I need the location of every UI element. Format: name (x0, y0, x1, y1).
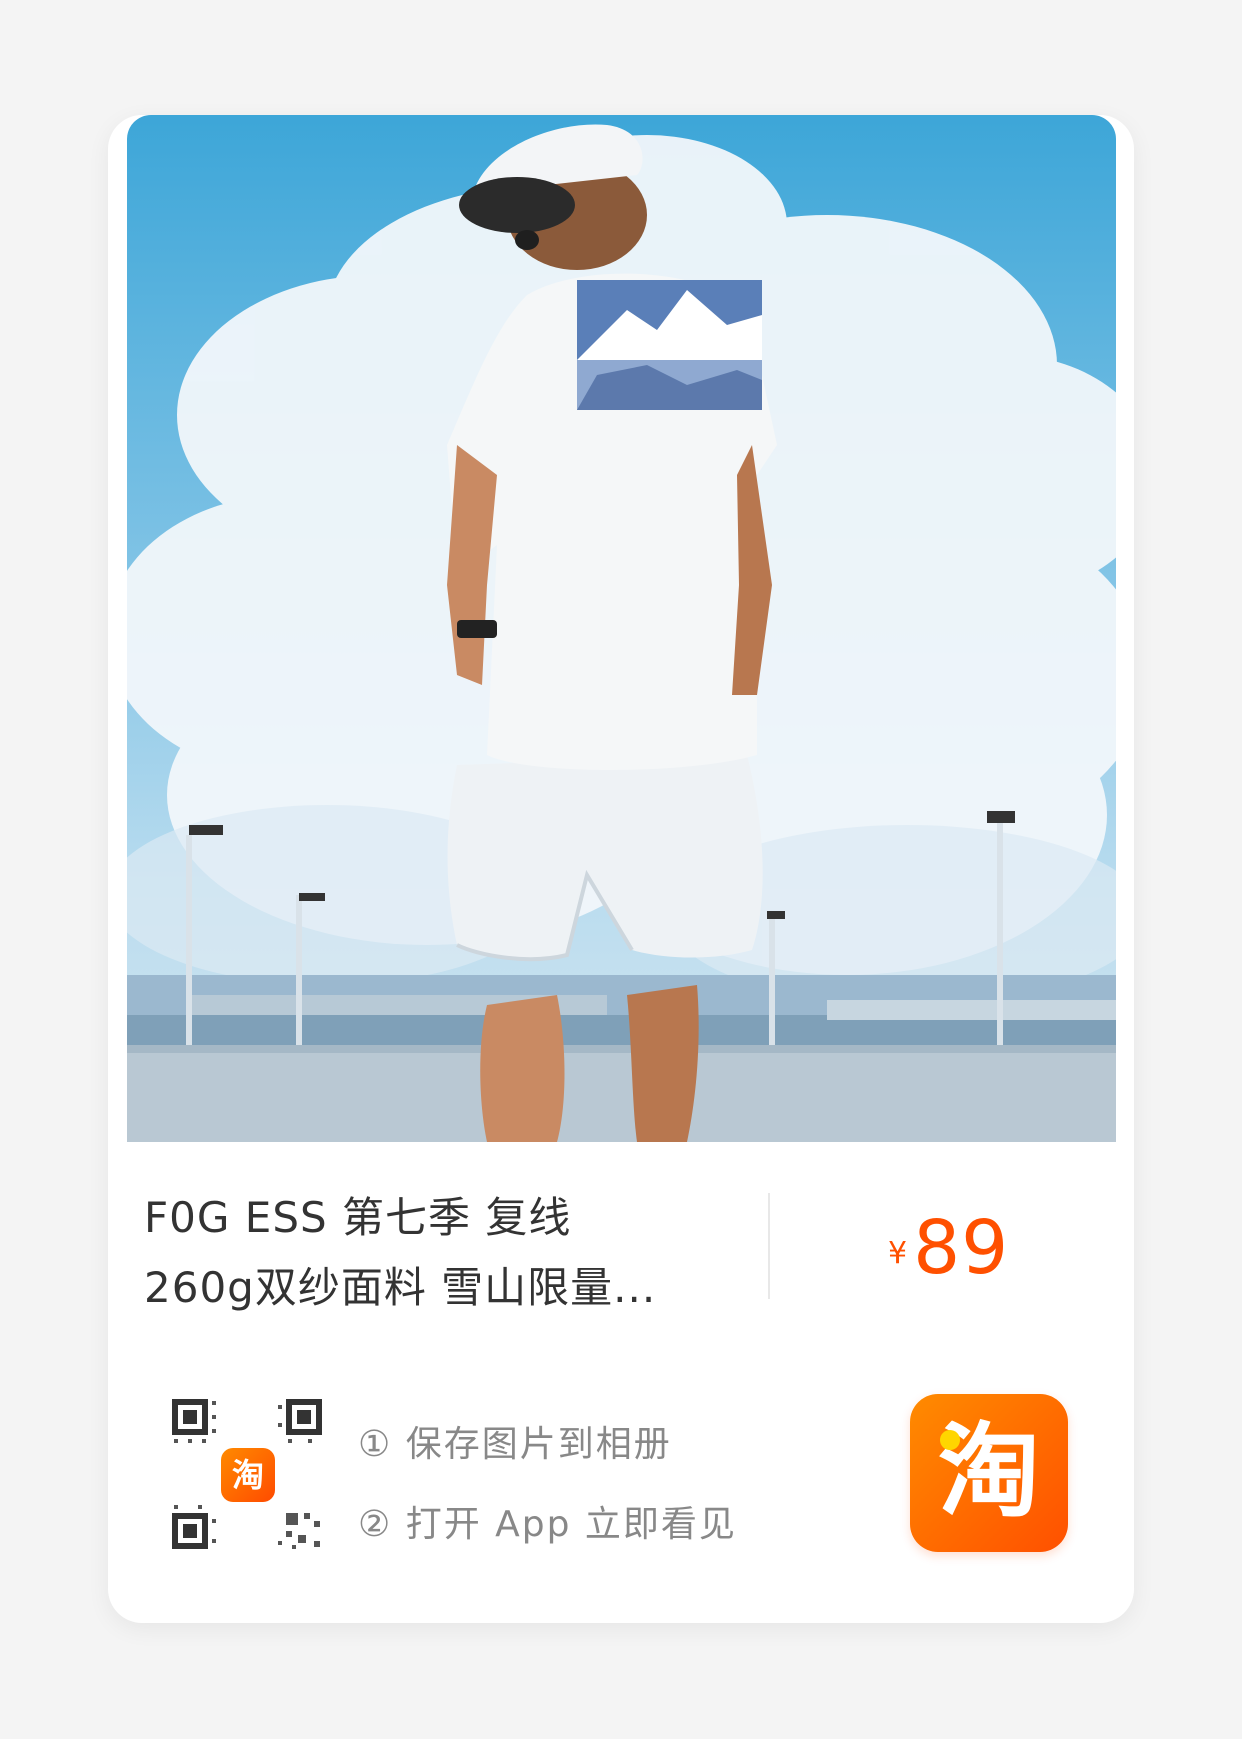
qr-code-icon[interactable]: 淘 (168, 1395, 328, 1555)
product-image[interactable] (127, 115, 1116, 1142)
divider (768, 1193, 770, 1299)
taobao-app-icon[interactable]: 淘 (910, 1394, 1068, 1552)
taobao-icon-dot (940, 1430, 960, 1450)
product-title[interactable]: F0G ESS 第七季 复线 260g双纱面料 雪山限量... (144, 1183, 724, 1323)
taobao-icon-glyph: 淘 (938, 1413, 1040, 1532)
price-currency-symbol: ¥ (888, 1236, 908, 1271)
qr-taobao-badge: 淘 (221, 1448, 275, 1502)
product-share-card: F0G ESS 第七季 复线 260g双纱面料 雪山限量... ¥89 淘 ① … (108, 115, 1134, 1623)
step-save-image: ① 保存图片到相册 (358, 1424, 672, 1465)
product-photo-illustration (127, 124, 1116, 1142)
product-title-line-1: F0G ESS 第七季 复线 (144, 1193, 572, 1242)
product-price: ¥89 (888, 1205, 1009, 1291)
step-open-app: ② 打开 App 立即看见 (358, 1504, 737, 1545)
product-title-line-2: 260g双纱面料 雪山限量... (144, 1263, 657, 1312)
share-instructions: ① 保存图片到相册 ② 打开 App 立即看见 (358, 1405, 737, 1565)
price-value: 89 (913, 1205, 1010, 1291)
